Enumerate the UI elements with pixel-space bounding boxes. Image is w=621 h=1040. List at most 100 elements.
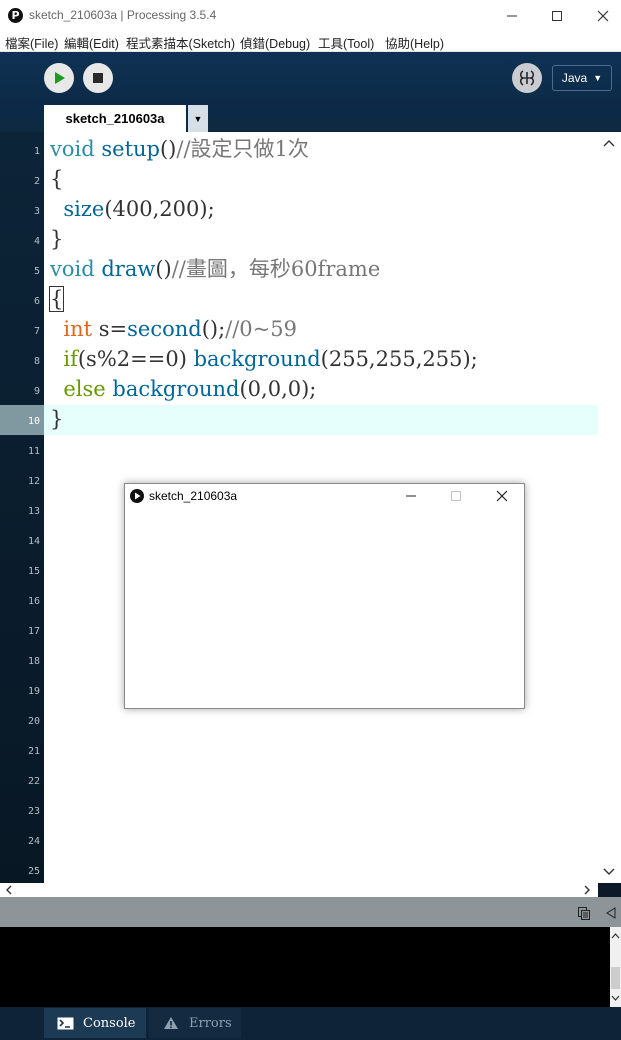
line-number: 18 <box>27 656 40 667</box>
code-token: () <box>159 137 177 161</box>
debugger-icon <box>519 70 535 86</box>
menu-debug[interactable]: 偵錯(Debug) <box>240 33 310 52</box>
code-token: (255,255,255); <box>320 347 478 371</box>
code-token: setup <box>101 137 160 161</box>
title-bar: P sketch_210603a | Processing 3.5.4 <box>0 0 621 31</box>
line-number: 7 <box>33 326 40 337</box>
code-token: background <box>112 377 240 401</box>
code-line: void setup()//設定只做1次 <box>50 134 309 164</box>
scroll-right-icon[interactable] <box>582 885 592 895</box>
line-number: 21 <box>27 746 40 757</box>
editor-vertical-scrollbar[interactable] <box>598 132 621 883</box>
code-token: //0~59 <box>225 317 297 341</box>
code-line: int s=second();//0~59 <box>50 314 297 344</box>
code-token: (); <box>201 317 226 341</box>
maximize-icon[interactable] <box>450 490 462 502</box>
line-number: 6 <box>33 296 40 307</box>
scroll-up-icon[interactable] <box>603 138 615 148</box>
minimize-icon[interactable] <box>405 490 417 502</box>
line-number: 2 <box>33 176 40 187</box>
line-number: 25 <box>27 866 40 877</box>
line-number: 4 <box>33 236 40 247</box>
menu-help[interactable]: 協助(Help) <box>385 33 444 52</box>
close-button[interactable] <box>580 0 621 31</box>
current-line-highlight <box>44 405 598 435</box>
menu-bar: 檔案(File) 編輯(Edit) 程式素描本(Sketch) 偵錯(Debug… <box>0 31 621 52</box>
run-icon <box>55 72 65 84</box>
line-number: 11 <box>27 446 40 457</box>
run-button[interactable] <box>44 63 74 93</box>
code-token: { <box>50 167 64 191</box>
line-number: 5 <box>33 266 40 277</box>
console-divider[interactable] <box>0 897 621 927</box>
code-token: size <box>63 197 105 221</box>
collapse-console-icon[interactable] <box>606 907 616 919</box>
line-number: 16 <box>27 596 40 607</box>
code-token: (400,200); <box>104 197 215 221</box>
line-numbers: 1 2 3 4 5 6 7 8 9 10 11 12 13 14 15 16 17 18 19 20 21 22 23 24 2… <box>0 132 44 883</box>
line-number: 14 <box>27 536 40 547</box>
line-number: 12 <box>27 476 40 487</box>
mode-selector[interactable]: Java ▼ <box>552 65 612 91</box>
scroll-left-icon[interactable] <box>4 885 14 895</box>
sketch-window-title: sketch_210603a <box>149 489 238 503</box>
sketch-output-window[interactable]: sketch_210603a <box>124 483 525 709</box>
scroll-up-icon[interactable] <box>611 932 620 940</box>
code-token: } <box>50 407 64 431</box>
copy-icon[interactable] <box>577 906 591 920</box>
close-icon[interactable] <box>496 490 508 502</box>
maximize-button[interactable] <box>534 0 580 31</box>
line-number: 24 <box>27 836 40 847</box>
scroll-down-icon[interactable] <box>603 867 615 877</box>
line-number: 3 <box>33 206 40 217</box>
menu-sketch[interactable]: 程式素描本(Sketch) <box>126 33 235 52</box>
stop-button[interactable] <box>83 63 113 93</box>
mode-label: Java <box>561 71 588 85</box>
tab-errors[interactable]: Errors <box>149 1008 241 1038</box>
errors-tab-label: Errors <box>189 1015 232 1031</box>
tab-sketch[interactable]: sketch_210603a <box>44 105 186 132</box>
tab-menu-button[interactable]: ▼ <box>188 105 208 132</box>
scroll-down-icon[interactable] <box>611 994 620 1002</box>
line-number: 13 <box>27 506 40 517</box>
console-scroll-thumb[interactable] <box>611 967 620 989</box>
menu-file[interactable]: 檔案(File) <box>5 33 58 52</box>
code-token: int <box>63 317 93 341</box>
line-number: 8 <box>33 356 40 367</box>
console-output[interactable] <box>0 927 610 1007</box>
code-token: else <box>63 377 106 401</box>
code-token: draw <box>101 257 156 281</box>
menu-edit[interactable]: 編輯(Edit) <box>64 33 119 52</box>
code-token: } <box>50 227 64 251</box>
sketch-canvas[interactable] <box>125 509 524 708</box>
line-number: 9 <box>33 386 40 397</box>
minimize-icon <box>507 15 517 16</box>
chevron-down-icon: ▼ <box>193 113 203 124</box>
code-token: (0,0,0); <box>239 377 317 401</box>
console-scrollbar[interactable] <box>610 927 621 1007</box>
menu-tool[interactable]: 工具(Tool) <box>318 33 374 52</box>
code-token: (s%2==0) <box>77 347 194 371</box>
warning-icon <box>164 1017 178 1029</box>
code-token: { <box>48 286 65 312</box>
editor-horizontal-scrollbar[interactable] <box>0 883 598 897</box>
code-line: void draw()//畫圖，每秒60frame <box>50 254 380 284</box>
toolbar <box>0 52 621 105</box>
line-number: 20 <box>27 716 40 727</box>
line-number: 15 <box>27 566 40 577</box>
code-token: //畫圖，每秒60frame <box>171 257 381 281</box>
code-line: else background(0,0,0); <box>50 374 316 404</box>
minimize-button[interactable] <box>489 0 535 31</box>
debugger-button[interactable] <box>512 63 542 93</box>
code-line: { <box>48 284 65 314</box>
code-token: s= <box>92 317 128 341</box>
code-line: } <box>50 404 63 434</box>
tab-console[interactable]: Console <box>44 1008 146 1038</box>
line-number: 10 <box>27 416 40 427</box>
chevron-down-icon: ▼ <box>593 73 603 83</box>
line-number: 22 <box>27 776 40 787</box>
line-number: 23 <box>27 806 40 817</box>
